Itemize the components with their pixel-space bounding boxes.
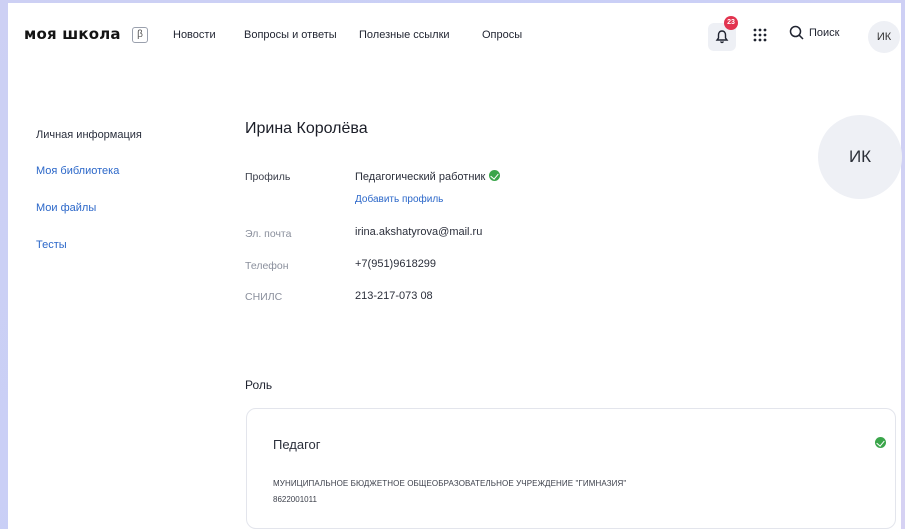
search-button[interactable]: Поиск [789, 25, 839, 40]
nav-useful-links[interactable]: Полезные ссылки [359, 29, 450, 41]
top-header: моя школа β Новости Вопросы и ответы Пол… [8, 3, 901, 67]
phone-value: +7(951)9618299 [355, 258, 437, 270]
profile-value: Педагогический работник [355, 170, 501, 183]
role-heading: Роль [245, 378, 273, 392]
role-card[interactable]: Педагог МУНИЦИПАЛЬНОЕ БЮДЖЕТНОЕ ОБЩЕОБРА… [246, 408, 896, 529]
nav-polls[interactable]: Опросы [482, 29, 522, 41]
role-title: Педагог [273, 437, 321, 452]
sidebar-item-tests[interactable]: Тесты [36, 239, 67, 251]
beta-badge: β [132, 27, 148, 43]
page-frame: моя школа β Новости Вопросы и ответы Пол… [8, 3, 902, 529]
snils-value: 213-217-073 08 [355, 290, 433, 302]
user-name: Ирина Королёва [245, 120, 368, 137]
nav-news[interactable]: Новости [173, 29, 216, 41]
sidebar-item-my-library[interactable]: Моя библиотека [36, 165, 119, 177]
email-value: irina.akshatyrova@mail.ru [355, 226, 483, 238]
email-label: Эл. почта [245, 228, 292, 240]
add-profile-link[interactable]: Добавить профиль [355, 194, 443, 205]
phone-label: Телефон [245, 260, 289, 272]
apps-grid-icon [753, 28, 767, 42]
check-circle-icon [489, 170, 501, 181]
avatar[interactable]: ИК [818, 115, 902, 199]
profile-label: Профиль [245, 171, 291, 183]
search-icon [789, 25, 804, 40]
sidebar-item-personal-info[interactable]: Личная информация [36, 129, 142, 141]
nav-faq[interactable]: Вопросы и ответы [244, 29, 337, 41]
role-organization: МУНИЦИПАЛЬНОЕ БЮДЖЕТНОЕ ОБЩЕОБРАЗОВАТЕЛЬ… [273, 479, 627, 488]
profile-value-text: Педагогический работник [355, 171, 486, 183]
role-inn: 8622001011 [273, 495, 317, 504]
notification-count-badge: 23 [724, 16, 738, 30]
snils-label: СНИЛС [245, 291, 283, 303]
check-circle-icon [875, 437, 886, 448]
logo[interactable]: моя школа [24, 25, 121, 43]
bell-icon [715, 30, 729, 44]
apps-button[interactable] [753, 28, 767, 47]
user-avatar-button[interactable]: ИК [868, 21, 900, 53]
sidebar-item-my-files[interactable]: Мои файлы [36, 202, 96, 214]
search-label: Поиск [809, 26, 840, 39]
